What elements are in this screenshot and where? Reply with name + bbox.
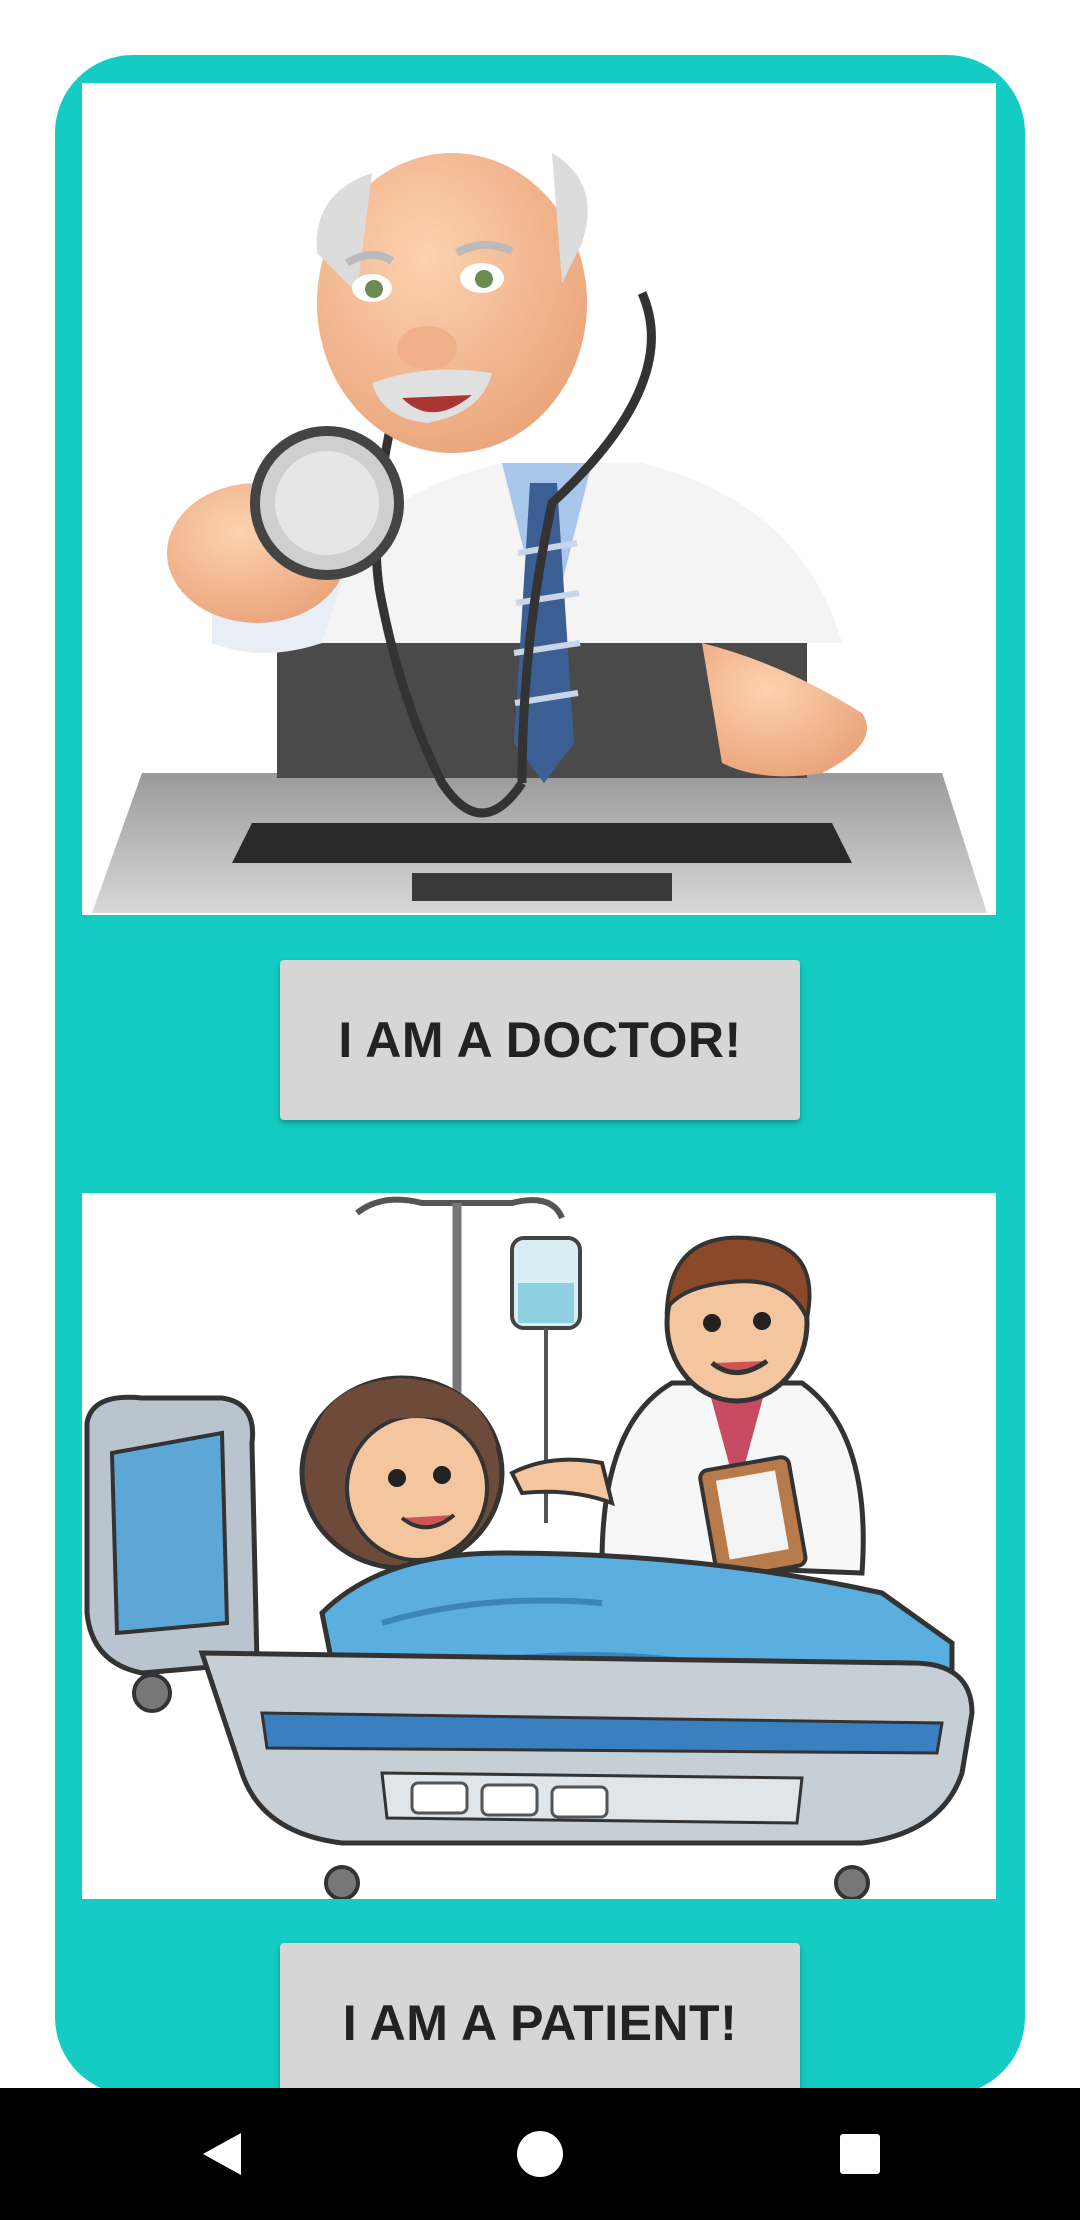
role-card: I AM A DOCTOR! I AM A PATIENT! <box>55 55 1025 2095</box>
role-selection-screen: I AM A DOCTOR! I AM A PATIENT! <box>0 0 1080 2220</box>
i-am-doctor-button[interactable]: I AM A DOCTOR! <box>280 960 800 1120</box>
recents-square-icon <box>840 2134 880 2174</box>
doctor-illustration <box>82 83 996 915</box>
patient-bed-icon <box>84 1196 975 1899</box>
home-button[interactable] <box>500 2114 580 2194</box>
i-am-patient-button[interactable]: I AM A PATIENT! <box>280 1943 800 2095</box>
doctor-laptop-icon <box>92 153 987 913</box>
back-triangle-icon <box>203 2133 241 2175</box>
patient-illustration <box>82 1193 996 1899</box>
back-button[interactable] <box>180 2114 260 2194</box>
recents-button[interactable] <box>820 2114 900 2194</box>
system-navigation-bar <box>0 2088 1080 2220</box>
home-circle-icon <box>517 2131 563 2177</box>
